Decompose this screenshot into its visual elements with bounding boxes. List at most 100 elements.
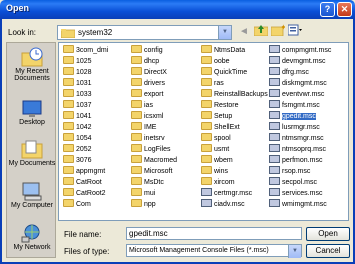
file-list-item[interactable]: 1033 [63,89,108,100]
file-list-item[interactable]: 1042 [63,122,108,133]
file-list-item[interactable]: mui [131,188,177,199]
file-list-item[interactable]: wbem [201,155,268,166]
file-list-item[interactable]: wmimgmt.msc [269,199,331,210]
file-list-item[interactable]: perfmon.msc [269,155,331,166]
file-list-item[interactable]: inetsrv [131,133,177,144]
place-my-documents[interactable]: My Documents [7,139,57,167]
file-list-item[interactable]: icsxml [131,111,177,122]
places-bar: My Recent Documents Desktop My Documents… [6,42,56,258]
file-list-item[interactable]: NtmsData [201,45,268,56]
file-list-item[interactable]: eventvwr.msc [269,89,331,100]
file-list-item[interactable]: ras [201,78,268,89]
files-of-type-dropdown[interactable]: Microsoft Management Console Files (*.ms… [126,244,302,258]
file-list-item[interactable]: ntmsoprq.msc [269,144,331,155]
open-button[interactable]: Open [306,227,350,241]
file-list[interactable]: 3com_dmi 1025 1028 1031 1033 1037 1041 1042 1054… [58,42,349,221]
file-name: appmgmt [76,168,106,175]
view-menu-icon[interactable] [287,24,303,40]
msc-file-icon [201,188,212,196]
file-list-item[interactable]: Restore [201,100,268,111]
file-list-item[interactable]: config [131,45,177,56]
file-list-item[interactable]: rsop.msc [269,166,331,177]
file-list-item[interactable]: Com [63,199,108,210]
file-list-item[interactable]: devmgmt.msc [269,56,331,67]
file-list-item[interactable]: usmt [201,144,268,155]
place-recent-documents[interactable]: My Recent Documents [7,47,57,82]
file-list-item[interactable]: certmgr.msc [201,188,268,199]
msc-file-icon [269,45,280,53]
file-list-item[interactable]: ias [131,100,177,111]
close-button[interactable]: ✕ [337,2,352,17]
file-list-item[interactable]: 1028 [63,67,108,78]
folder-icon [201,67,212,75]
folder-icon [131,89,142,97]
file-list-item[interactable]: MsDtc [131,177,177,188]
file-name: 3076 [76,157,92,164]
folder-icon [201,100,212,108]
folder-icon [131,177,142,185]
file-list-item[interactable]: dfrg.msc [269,67,331,78]
file-list-item[interactable]: ShellExt [201,122,268,133]
file-list-item[interactable]: Macromed [131,155,177,166]
file-name: CatRoot [76,179,102,186]
file-name: ntmsoprq.msc [282,146,326,153]
file-list-item[interactable]: drivers [131,78,177,89]
file-list-item[interactable]: Setup [201,111,268,122]
new-folder-icon[interactable]: ✦ [270,23,287,40]
place-desktop[interactable]: Desktop [7,98,57,126]
file-list-item[interactable]: 1054 [63,133,108,144]
file-list-item[interactable]: 1037 [63,100,108,111]
file-list-item[interactable]: spool [201,133,268,144]
file-list-item[interactable]: IME [131,122,177,133]
file-list-item[interactable]: 3com_dmi [63,45,108,56]
file-list-item[interactable]: ntmsmgr.msc [269,133,331,144]
chevron-down-icon[interactable]: ▼ [218,26,231,39]
file-list-item[interactable]: xircom [201,177,268,188]
back-icon[interactable]: ◄ [236,24,252,40]
file-list-item[interactable]: DirectX [131,67,177,78]
file-name: NtmsData [214,47,246,54]
file-list-item[interactable]: npp [131,199,177,210]
file-list-item[interactable]: diskmgmt.msc [269,78,331,89]
file-name: rsop.msc [282,168,311,175]
file-list-item[interactable]: QuickTime [201,67,268,78]
file-list-item[interactable]: fsmgmt.msc [269,100,331,111]
file-list-item[interactable]: Microsoft [131,166,177,177]
file-list-item[interactable]: 1031 [63,78,108,89]
chevron-down-icon[interactable]: ▼ [288,245,301,258]
file-list-item[interactable]: 1041 [63,111,108,122]
file-list-item[interactable]: ReinstallBackups [201,89,268,100]
file-name: drivers [144,80,166,87]
help-button[interactable]: ? [320,2,335,17]
file-list-item[interactable]: export [131,89,177,100]
file-list-item[interactable]: CatRoot [63,177,108,188]
file-list-item[interactable]: compmgmt.msc [269,45,331,56]
file-list-item[interactable]: secpol.msc [269,177,331,188]
file-list-item[interactable]: services.msc [269,188,331,199]
file-list-item[interactable]: appmgmt [63,166,108,177]
file-name: secpol.msc [282,179,318,186]
file-name: config [144,47,163,54]
file-list-item[interactable]: 1025 [63,56,108,67]
folder-icon [63,177,74,185]
file-list-item[interactable]: oobe [201,56,268,67]
file-list-item[interactable]: ciadv.msc [201,199,268,210]
place-my-computer[interactable]: My Computer [7,181,57,209]
up-folder-icon[interactable] [253,24,269,40]
place-my-network[interactable]: My Network [7,223,57,251]
msc-file-icon [269,188,280,196]
file-name: LogFiles [144,146,171,153]
file-list-item[interactable]: wins [201,166,268,177]
file-list-item[interactable]: gpedit.msc [269,111,331,122]
file-list-item[interactable]: CatRoot2 [63,188,108,199]
file-list-item[interactable]: lusrmgr.msc [269,122,331,133]
folder-icon [63,56,74,64]
file-name-input[interactable]: gpedit.msc [126,227,302,240]
file-list-item[interactable]: dhcp [131,56,177,67]
file-list-item[interactable]: 2052 [63,144,108,155]
file-list-item[interactable]: 3076 [63,155,108,166]
look-in-dropdown[interactable]: system32 ▼ [57,25,232,40]
cancel-button[interactable]: Cancel [306,244,350,258]
folder-icon [63,188,74,196]
file-list-item[interactable]: LogFiles [131,144,177,155]
